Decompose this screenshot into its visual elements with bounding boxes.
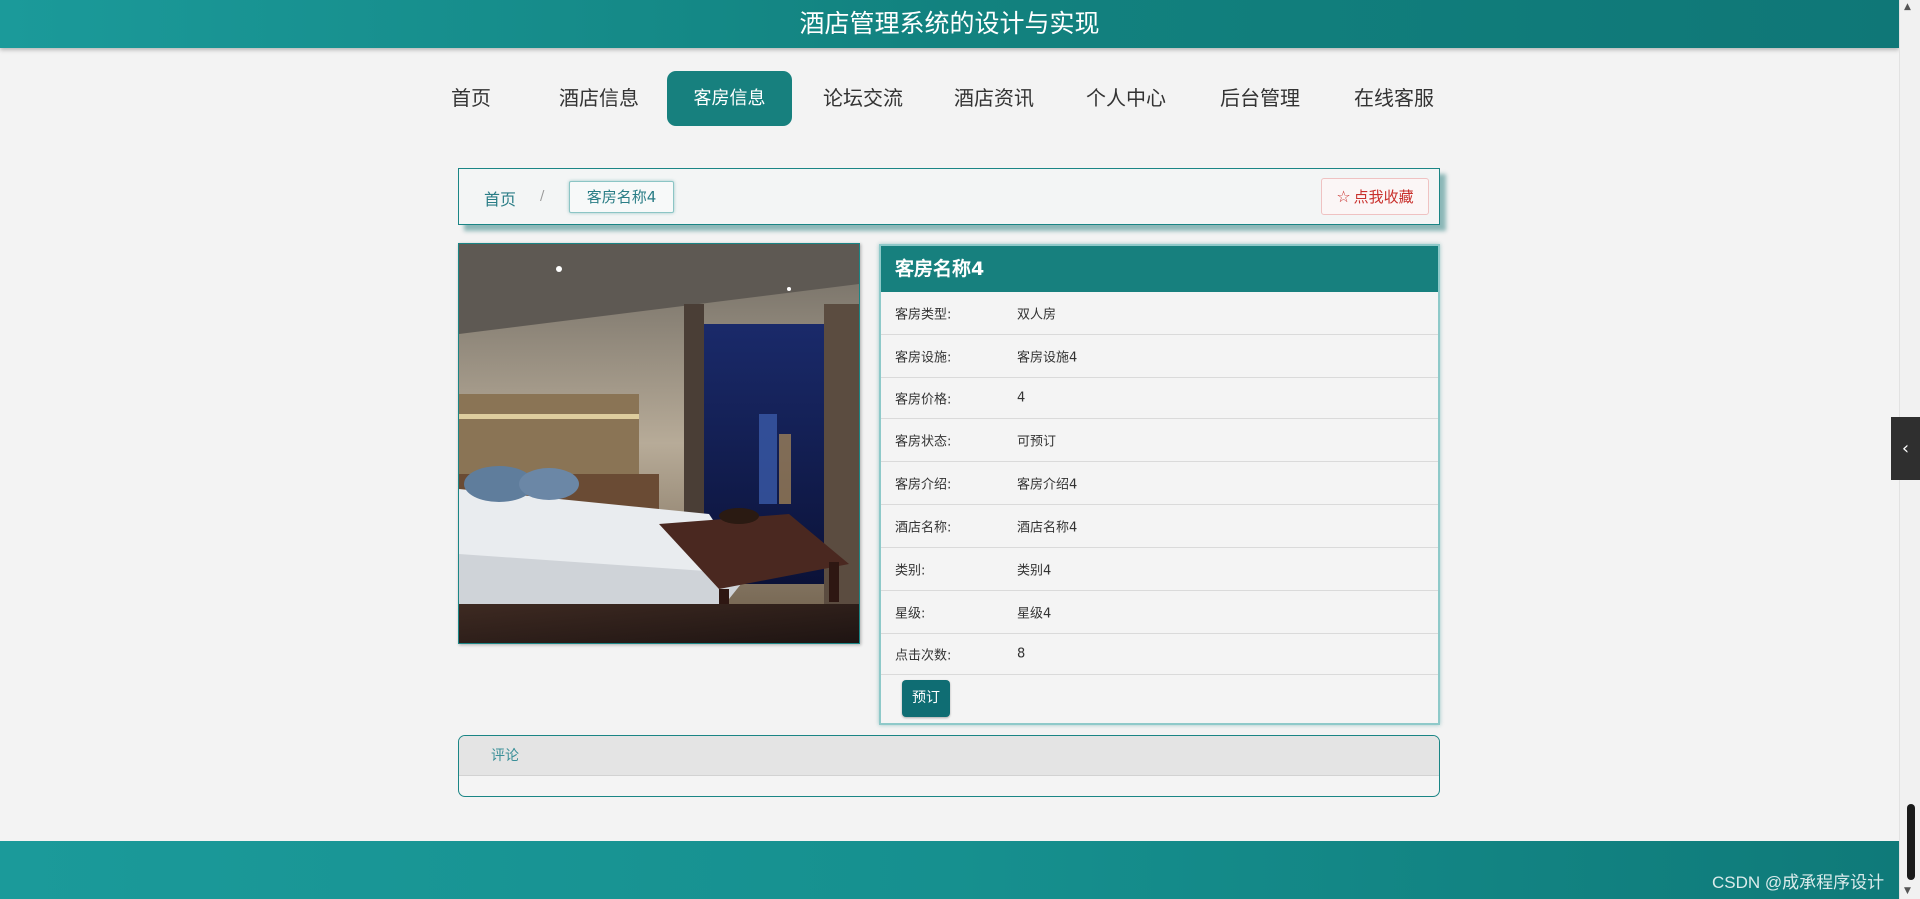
detail-row: 客房设施: 客房设施4	[881, 335, 1438, 378]
detail-label: 类别:	[895, 563, 926, 579]
detail-value: 类别4	[1017, 563, 1052, 579]
detail-row: 酒店名称: 酒店名称4	[881, 505, 1438, 548]
favorite-button[interactable]: ☆ 点我收藏	[1321, 178, 1429, 215]
detail-row: 类别: 类别4	[881, 548, 1438, 591]
room-photo-illustration	[459, 244, 859, 643]
detail-label: 星级:	[895, 606, 926, 622]
detail-row: 客房介绍: 客房介绍4	[881, 462, 1438, 505]
detail-label: 客房状态:	[895, 434, 952, 450]
nav-item-customer-service[interactable]: 在线客服	[1352, 71, 1436, 126]
watermark: CSDN @成承程序设计	[1712, 873, 1885, 892]
nav-item-admin[interactable]: 后台管理	[1218, 71, 1302, 126]
site-title: 酒店管理系统的设计与实现	[799, 9, 1100, 38]
detail-value: 4	[1017, 390, 1026, 406]
detail-value: 客房介绍4	[1017, 477, 1078, 493]
scrollbar-thumb[interactable]	[1907, 804, 1915, 880]
detail-label: 客房价格:	[895, 392, 952, 408]
detail-row: 星级: 星级4	[881, 591, 1438, 634]
detail-value: 8	[1017, 646, 1026, 662]
room-details-panel: 客房名称4 客房类型: 双人房 客房设施: 客房设施4 客房价格: 4 客房状态…	[879, 244, 1440, 725]
breadcrumb-current[interactable]: 客房名称4	[569, 181, 674, 213]
site-footer	[0, 841, 1899, 899]
detail-row: 客房状态: 可预订	[881, 419, 1438, 462]
breadcrumb-home[interactable]: 首页	[484, 186, 516, 210]
breadcrumb-separator: /	[540, 189, 545, 204]
detail-label: 酒店名称:	[895, 520, 952, 536]
book-button[interactable]: 预订	[902, 680, 950, 717]
comments-panel: 评论	[458, 735, 1440, 797]
detail-value: 双人房	[1017, 307, 1057, 323]
breadcrumb: 首页 / 客房名称4 ☆ 点我收藏	[458, 168, 1440, 225]
nav-item-home[interactable]: 首页	[450, 71, 492, 126]
nav-item-profile[interactable]: 个人中心	[1084, 71, 1168, 126]
detail-label: 客房设施:	[895, 350, 952, 366]
room-title: 客房名称4	[881, 246, 1438, 292]
side-panel-toggle[interactable]: ‹	[1891, 417, 1920, 480]
detail-label: 客房介绍:	[895, 477, 952, 493]
main-nav: 首页 酒店信息 客房信息 论坛交流 酒店资讯 个人中心 后台管理 在线客服	[450, 71, 1438, 126]
site-header: 酒店管理系统的设计与实现	[0, 0, 1899, 48]
detail-label: 客房类型:	[895, 307, 952, 323]
chevron-left-icon: ‹	[1901, 438, 1910, 459]
detail-row: 客房价格: 4	[881, 378, 1438, 419]
scroll-up-arrow-icon[interactable]: ▲	[1904, 2, 1911, 12]
comments-title: 评论	[459, 736, 1439, 776]
detail-row: 点击次数: 8	[881, 634, 1438, 675]
detail-value: 酒店名称4	[1017, 520, 1078, 536]
room-photo	[458, 243, 860, 644]
nav-item-hotel-news[interactable]: 酒店资讯	[952, 71, 1036, 126]
star-outline-icon: ☆	[1336, 187, 1351, 206]
scroll-down-arrow-icon[interactable]: ▼	[1904, 886, 1911, 896]
detail-row: 客房类型: 双人房	[881, 292, 1438, 335]
nav-item-forum[interactable]: 论坛交流	[821, 71, 905, 126]
nav-item-hotel-info[interactable]: 酒店信息	[557, 71, 641, 126]
nav-item-room-info[interactable]: 客房信息	[667, 71, 792, 126]
detail-value: 星级4	[1017, 606, 1052, 622]
favorite-label: 点我收藏	[1353, 188, 1414, 206]
detail-label: 点击次数:	[895, 648, 952, 664]
detail-value: 可预订	[1017, 434, 1057, 450]
detail-value: 客房设施4	[1017, 350, 1078, 366]
